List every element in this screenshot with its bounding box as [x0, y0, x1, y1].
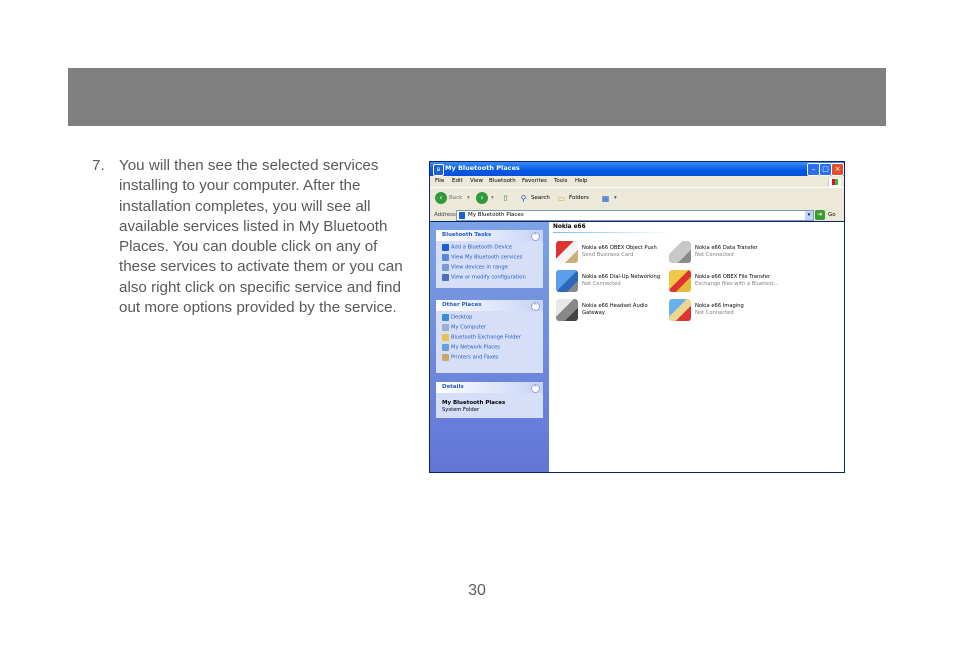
menu-edit[interactable]: Edit	[452, 178, 463, 184]
bluetooth-icon	[459, 212, 465, 219]
group-header: Nokia e66	[553, 224, 586, 230]
dialup-icon	[556, 270, 578, 292]
network-icon	[442, 344, 449, 351]
up-folder-icon[interactable]: ⇧	[500, 193, 511, 204]
place-exchange-folder[interactable]: Bluetooth Exchange Folder	[442, 334, 521, 344]
folders-icon[interactable]: ▭	[556, 193, 567, 204]
service-item[interactable]: Nokia e66 Headset Audio Gateway	[556, 299, 666, 325]
task-view-devices[interactable]: View devices in range	[442, 264, 508, 274]
go-arrow-icon[interactable]: ➔	[815, 210, 825, 220]
toolbar: ‹ Back ▾ › ▾ ⇧ ⚲ Search ▭ Folders ▦ ▾	[430, 187, 844, 210]
imaging-icon	[669, 299, 691, 321]
add-device-icon	[442, 244, 449, 251]
task-pane: Bluetooth Tasks ⌃ Add a Bluetooth Device…	[430, 222, 549, 472]
explorer-window-screenshot: ʙ My Bluetooth Places – □ × File Edit Vi…	[429, 161, 845, 473]
service-item[interactable]: Nokia e66 Imaging Not Connected	[669, 299, 779, 325]
service-item[interactable]: Nokia e66 Dial-Up Networking Not Connect…	[556, 270, 666, 296]
address-value: My Bluetooth Places	[468, 212, 524, 218]
task-configuration[interactable]: View or modify configuration	[442, 274, 526, 284]
panel-header[interactable]: Bluetooth Tasks ⌃	[436, 230, 543, 241]
close-button[interactable]: ×	[831, 163, 844, 176]
back-dropdown-icon[interactable]: ▾	[467, 195, 470, 201]
panel-title: Other Places	[442, 302, 482, 308]
address-dropdown-icon[interactable]: ▾	[805, 211, 813, 220]
header-banner	[68, 68, 886, 126]
forward-arrow-icon[interactable]: ›	[476, 192, 488, 204]
printer-icon	[442, 354, 449, 361]
details-type: System Folder	[442, 407, 480, 413]
back-arrow-icon[interactable]: ‹	[435, 192, 447, 204]
panel-title: Bluetooth Tasks	[442, 232, 492, 238]
collapse-icon[interactable]: ⌃	[531, 302, 540, 311]
collapse-icon[interactable]: ⌃	[531, 384, 540, 393]
menu-file[interactable]: File	[435, 178, 444, 184]
details-name: My Bluetooth Places	[442, 400, 506, 406]
step-number: 7.	[92, 157, 105, 174]
page-number: 30	[468, 582, 486, 599]
group-divider	[553, 232, 673, 233]
place-printers[interactable]: Printers and Faxes	[442, 354, 499, 364]
service-name: Nokia e66 OBEX File Transfer	[695, 274, 771, 280]
bluetooth-tasks-panel: Bluetooth Tasks ⌃ Add a Bluetooth Device…	[436, 230, 543, 288]
service-name: Nokia e66 OBEX Object Push	[582, 245, 657, 251]
folders-button[interactable]: Folders	[569, 195, 589, 201]
search-button[interactable]: Search	[531, 195, 550, 201]
title-bar: ʙ My Bluetooth Places – □ ×	[430, 162, 844, 176]
service-item[interactable]: Nokia e66 OBEX File Transfer Exchange fi…	[669, 270, 779, 296]
devices-icon	[442, 264, 449, 271]
panel-header[interactable]: Other Places ⌃	[436, 300, 543, 311]
service-status: Not Connected	[582, 281, 621, 287]
service-status: Exchange files with a Bluetoot...	[695, 281, 779, 287]
other-places-panel: Other Places ⌃ Desktop My Computer Bluet…	[436, 300, 543, 373]
views-icon[interactable]: ▦	[600, 193, 611, 204]
place-my-computer[interactable]: My Computer	[442, 324, 486, 334]
content-pane: Nokia e66 Nokia e66 OBEX Object Push Sen…	[549, 222, 844, 472]
service-name: Nokia e66 Dial-Up Networking	[582, 274, 661, 280]
forward-dropdown-icon[interactable]: ▾	[491, 195, 494, 201]
menu-favorites[interactable]: Favorites	[522, 178, 547, 184]
place-network[interactable]: My Network Places	[442, 344, 500, 354]
step-text: You will then see the selected services …	[119, 157, 403, 317]
configuration-icon	[442, 274, 449, 281]
data-transfer-icon	[669, 241, 691, 263]
windows-logo-icon	[828, 178, 841, 187]
view-services-icon	[442, 254, 449, 261]
task-view-services[interactable]: View My Bluetooth services	[442, 254, 522, 264]
service-name: Nokia e66 Imaging	[695, 303, 744, 309]
collapse-icon[interactable]: ⌃	[531, 232, 540, 241]
service-status: Send Business Card	[582, 252, 634, 258]
task-add-device[interactable]: Add a Bluetooth Device	[442, 244, 512, 254]
file-transfer-icon	[669, 270, 691, 292]
desktop-icon	[442, 314, 449, 321]
go-button[interactable]: Go	[828, 212, 836, 218]
menu-view[interactable]: View	[470, 178, 483, 184]
computer-icon	[442, 324, 449, 331]
details-panel: Details ⌃ My Bluetooth Places System Fol…	[436, 382, 543, 418]
service-name: Nokia e66 Data Transfer	[695, 245, 758, 251]
window-title: My Bluetooth Places	[445, 164, 520, 172]
service-item[interactable]: Nokia e66 OBEX Object Push Send Business…	[556, 241, 666, 267]
folder-icon	[442, 334, 449, 341]
headset-icon	[556, 299, 578, 321]
search-icon[interactable]: ⚲	[518, 193, 529, 204]
menu-tools[interactable]: Tools	[554, 178, 568, 184]
panel-header[interactable]: Details ⌃	[436, 382, 543, 393]
service-item[interactable]: Nokia e66 Data Transfer Not Connected	[669, 241, 779, 267]
menu-bar: File Edit View Bluetooth Favorites Tools…	[430, 176, 844, 187]
place-desktop[interactable]: Desktop	[442, 314, 472, 324]
bluetooth-icon: ʙ	[433, 164, 444, 176]
menu-bluetooth[interactable]: Bluetooth	[489, 178, 516, 184]
address-bar: Address My Bluetooth Places ▾ ➔ Go	[430, 209, 844, 221]
panel-title: Details	[442, 384, 464, 390]
service-status: Not Connected	[695, 310, 734, 316]
address-input[interactable]: My Bluetooth Places ▾	[456, 210, 814, 221]
back-button[interactable]: Back	[449, 195, 462, 201]
address-label: Address	[434, 212, 456, 218]
views-dropdown-icon[interactable]: ▾	[614, 195, 617, 201]
service-status: Not Connected	[695, 252, 734, 258]
menu-help[interactable]: Help	[575, 178, 588, 184]
object-push-icon	[556, 241, 578, 263]
service-name: Nokia e66 Headset Audio Gateway	[582, 303, 648, 316]
